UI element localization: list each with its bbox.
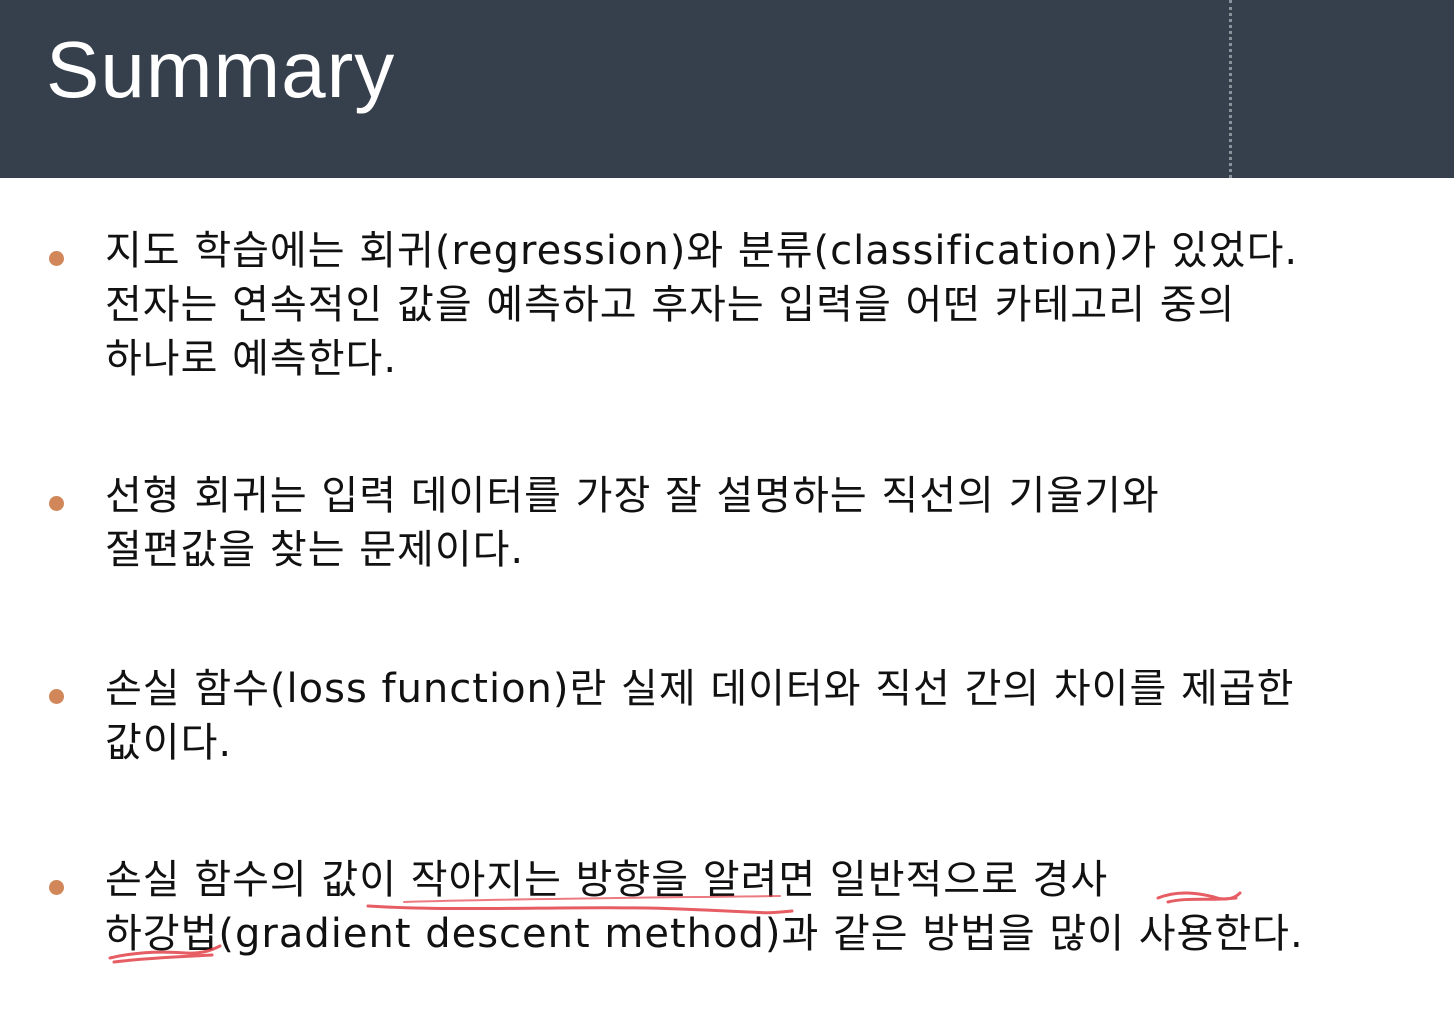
bullet-dot-icon: [49, 251, 64, 266]
slide: Summary 지도 학습에는 회귀(regression)와 분류(class…: [0, 0, 1454, 1032]
bullet-dot-icon: [49, 689, 64, 704]
bullet-text: 손실 함수의 값이 작아지는 방향을 알려면 일반적으로 경사 하강법(grad…: [105, 857, 1304, 957]
bullet-text: 손실 함수(loss function)란 실제 데이터와 직선 간의 차이를 …: [105, 666, 1295, 766]
bullet-text: 선형 회귀는 입력 데이터를 가장 잘 설명하는 직선의 기울기와 절편값을 찾…: [105, 473, 1160, 573]
bullet-dot-icon: [49, 880, 64, 895]
bullet-text: 지도 학습에는 회귀(regression)와 분류(classificatio…: [105, 228, 1299, 382]
bullet-dot-icon: [49, 496, 64, 511]
bullet-list: 지도 학습에는 회귀(regression)와 분류(classificatio…: [0, 0, 1454, 1032]
